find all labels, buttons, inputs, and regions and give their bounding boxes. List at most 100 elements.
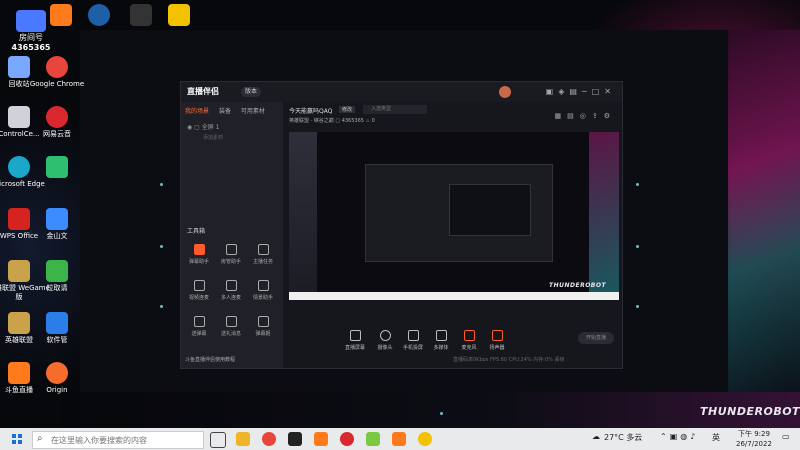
window-controls[interactable]: ▣◈▤─□✕	[546, 87, 616, 96]
netease-icon[interactable]	[340, 432, 354, 446]
windows-start-icon[interactable]	[12, 434, 22, 444]
screen-capture-button[interactable]: 直播屏幕	[341, 328, 369, 351]
desktop-icon-label: 金山文	[46, 232, 68, 240]
phone-cast-button[interactable]: 手机投屏	[399, 328, 427, 351]
app-green-icon[interactable]	[366, 432, 380, 446]
scene-item[interactable]: ◉ ▢ 全屏 1	[187, 122, 219, 131]
room-label: 房间号	[19, 33, 43, 42]
video-icon	[193, 280, 205, 291]
tool-label: 视频连麦	[188, 295, 209, 301]
app-g-icon[interactable]	[288, 432, 302, 446]
wallpaper-dot	[636, 245, 639, 248]
desktop-icon-software[interactable]: 软件管	[26, 312, 88, 345]
cat-icon	[168, 4, 190, 26]
desktop-icon-label: Microsoft Edge	[0, 180, 45, 188]
desktop-icon-chrome[interactable]: Google Chrome	[26, 56, 88, 89]
scene-hint[interactable]: 添加素材	[203, 134, 223, 141]
tool-gift-messages[interactable]: 送礼消息	[215, 312, 247, 348]
preview-nested-window-inner	[449, 184, 531, 236]
desktop-icon-kingsoft[interactable]: 金山文	[26, 208, 88, 241]
streaming-app-window: 直播伴侣 版本 ▣◈▤─□✕ 我的场景 装备 可用素材 ◉ ▢ 全屏 1 添加素…	[180, 81, 623, 369]
category-input[interactable]: 入选类型	[363, 105, 427, 114]
taskbar-search[interactable]: ⌕	[32, 431, 204, 449]
tray-icons[interactable]: ⌃▣◍♪	[660, 432, 698, 441]
version-button[interactable]: 版本	[241, 87, 262, 97]
sidebar: 我的场景 装备 可用素材 ◉ ▢ 全屏 1 添加素材 工具箱 弹幕助手 房管助手…	[181, 102, 283, 368]
file-explorer-icon[interactable]	[236, 432, 250, 446]
app-titlebar: 直播伴侣 版本 ▣◈▤─□✕	[181, 82, 622, 102]
desktop-icon-label: Google Chrome	[29, 80, 85, 88]
stream-preview[interactable]: THUNDEROBOT	[289, 132, 619, 300]
download-icon	[225, 280, 237, 291]
speaker-button[interactable]: 扬声器	[483, 328, 511, 351]
edit-title-button[interactable]: 修改	[339, 106, 356, 113]
wallpaper-dot	[160, 183, 163, 186]
tool-send-danmu[interactable]: 送弹幕	[183, 312, 215, 348]
desktop-icon-wechat[interactable]	[26, 156, 88, 180]
tool-tasks[interactable]: 主播任务	[247, 240, 279, 276]
tab-my-scenes[interactable]: 我的场景	[185, 108, 209, 115]
tool-label: 送礼消息	[220, 331, 241, 337]
desktop-icon-label: Origin	[46, 386, 68, 394]
tool-grid: 弹幕助手 房管助手 主播任务 视频连麦 多人连麦 情景助手 送弹幕 送礼消息 弹…	[183, 240, 281, 348]
room-id: 4365365	[341, 118, 364, 124]
room-title: 今天能赢吗QAQ	[289, 108, 333, 115]
status-bar: 直播码率0Kbps FPS:60 CPU:24% 内存:0% 丢帧	[283, 352, 622, 368]
preview-brand: THUNDEROBOT	[549, 282, 607, 289]
camera-button[interactable]: 摄像头	[371, 328, 399, 351]
preview-wallpaper	[589, 132, 619, 300]
app-moon-icon[interactable]	[418, 432, 432, 446]
tab-equipment[interactable]: 装备	[219, 108, 231, 115]
shield-icon	[46, 312, 68, 334]
wallpaper-brand: THUNDEROBOT	[700, 405, 800, 418]
gift-icon	[225, 316, 237, 327]
tool-scene-assistant[interactable]: 情景助手	[247, 276, 279, 312]
chrome-icon[interactable]	[262, 432, 276, 446]
weather-icon[interactable]: ☁	[592, 432, 600, 441]
windows-taskbar: ⌕ ☁ 27°C 多云 ⌃▣◍♪ 英 下午 9:29 26/7/2022 ▭	[0, 428, 800, 450]
tool-danmu-ji[interactable]: 弹幕姬	[247, 312, 279, 348]
douyu-companion-icon[interactable]	[392, 432, 406, 446]
wallpaper-dot	[440, 412, 443, 415]
desktop-icon-origin[interactable]: Origin	[26, 362, 88, 395]
main-panel: 今天能赢吗QAQ 修改 入选类型 英雄联盟 · 峡谷之巅 ▢ 4365365 ♨…	[283, 102, 622, 368]
tool-label: 主播任务	[252, 259, 273, 265]
tool-video-link[interactable]: 视频连麦	[183, 276, 215, 312]
notification-icon[interactable]: ▭	[782, 432, 790, 441]
weather-text[interactable]: 27°C 多云	[604, 432, 642, 443]
desktop-icon[interactable]	[148, 4, 210, 28]
task-view-icon[interactable]	[210, 432, 226, 448]
room-toolbar-icons[interactable]: ▦▤◎⇪⚙	[555, 112, 616, 120]
tools-heading: 工具箱	[187, 228, 206, 235]
tutorial-link[interactable]: 斗鱼直播伴侣使用教程	[185, 356, 235, 363]
task-icon	[257, 244, 269, 255]
start-live-button[interactable]: 开始直播	[578, 332, 614, 344]
tab-assets[interactable]: 可用素材	[241, 108, 265, 115]
microphone-button[interactable]: 麦克风	[455, 328, 483, 351]
search-input[interactable]	[49, 433, 203, 447]
wallpaper-dot	[636, 305, 639, 308]
media-button[interactable]: 多媒体	[427, 328, 455, 351]
control-label: 摄像头	[377, 345, 393, 351]
desktop-icon-netease[interactable]: 网易云音	[26, 106, 88, 139]
app-icon	[88, 4, 110, 26]
control-label: 麦克风	[461, 345, 477, 351]
chat-icon	[46, 156, 68, 178]
avatar[interactable]	[499, 86, 511, 98]
desktop-icon-label: 软件管	[46, 336, 68, 344]
tool-label: 房管助手	[220, 259, 241, 265]
desktop-icon-pull[interactable]: 拉取请	[26, 260, 88, 293]
phone-icon	[407, 330, 419, 341]
recycle-icon	[46, 260, 68, 282]
ime-indicator[interactable]: 英	[712, 432, 720, 443]
tool-danmu-assistant[interactable]: 弹幕助手	[183, 240, 215, 276]
speaker-icon	[491, 330, 503, 341]
sidebar-tabs: 我的场景 装备 可用素材	[185, 106, 273, 115]
douyu-icon[interactable]	[314, 432, 328, 446]
tool-multi-link[interactable]: 多人连麦	[215, 276, 247, 312]
tool-room-manager[interactable]: 房管助手	[215, 240, 247, 276]
wallpaper-art	[728, 30, 800, 410]
netease-icon	[46, 106, 68, 128]
app-logo: 直播伴侣	[187, 87, 219, 96]
clock[interactable]: 下午 9:29 26/7/2022	[736, 429, 772, 449]
